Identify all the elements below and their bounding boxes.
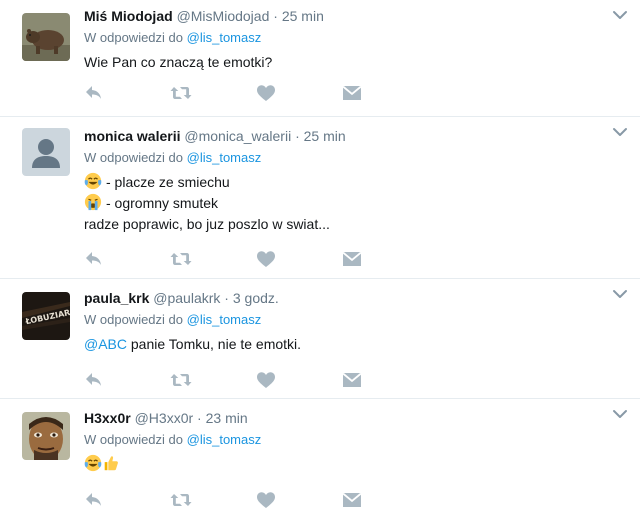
timestamp[interactable]: 23 min bbox=[206, 410, 248, 426]
avatar[interactable] bbox=[22, 128, 70, 176]
chevron-down-icon[interactable] bbox=[612, 407, 628, 421]
default-avatar-image bbox=[22, 128, 70, 176]
replying-prefix: W odpowiedzi do bbox=[84, 312, 183, 327]
chevron-down-icon[interactable] bbox=[612, 8, 628, 22]
replying-to-link[interactable]: @lis_tomasz bbox=[187, 432, 262, 447]
chevron-down-icon[interactable] bbox=[612, 125, 628, 139]
retweet-icon[interactable] bbox=[170, 491, 192, 509]
display-name[interactable]: monica walerii bbox=[84, 128, 180, 144]
timestamp[interactable]: 25 min bbox=[282, 8, 324, 24]
replying-to: W odpowiedzi do @lis_tomasz bbox=[84, 30, 600, 46]
reply-icon[interactable] bbox=[84, 84, 104, 102]
tweet[interactable]: monica walerii @monica_walerii · 25 min … bbox=[0, 117, 640, 279]
timestamp[interactable]: 3 godz. bbox=[233, 290, 279, 306]
tweet-text-line: radze poprawic, bo juz poszlo w swiat... bbox=[84, 216, 330, 232]
user-handle[interactable]: @paulakrk bbox=[153, 290, 220, 306]
user-handle[interactable]: @H3xx0r bbox=[135, 410, 194, 426]
tweet-text-line: - placze ze smiechu bbox=[106, 174, 230, 190]
replying-to: W odpowiedzi do @lis_tomasz bbox=[84, 432, 600, 448]
tweet-text: Wie Pan co znaczą te emotki? bbox=[84, 52, 600, 72]
lobuziara-avatar-image: ŁOBUZIARA bbox=[22, 292, 70, 340]
replying-to-link[interactable]: @lis_tomasz bbox=[187, 312, 262, 327]
reply-icon[interactable] bbox=[84, 491, 104, 509]
user-handle[interactable]: @MisMiodojad bbox=[177, 8, 270, 24]
reply-icon[interactable] bbox=[84, 371, 104, 389]
tweet-text: @ABC panie Tomku, nie te emotki. bbox=[84, 334, 600, 354]
mention-link[interactable]: @ABC bbox=[84, 336, 127, 352]
replying-to-link[interactable]: @lis_tomasz bbox=[187, 150, 262, 165]
user-handle[interactable]: @monica_walerii bbox=[184, 128, 291, 144]
replying-prefix: W odpowiedzi do bbox=[84, 30, 183, 45]
direct-message-icon[interactable] bbox=[342, 250, 362, 268]
bear-avatar-image bbox=[22, 13, 70, 61]
tears-of-joy-emoji bbox=[84, 172, 102, 190]
separator-dot: · bbox=[273, 8, 278, 24]
tweet-text: - placze ze smiechu - ogromny smutek rad… bbox=[84, 172, 600, 235]
like-icon[interactable] bbox=[256, 84, 276, 102]
replying-to-link[interactable]: @lis_tomasz bbox=[187, 30, 262, 45]
separator-dot: · bbox=[295, 128, 300, 144]
replying-to: W odpowiedzi do @lis_tomasz bbox=[84, 150, 600, 166]
avatar[interactable] bbox=[22, 412, 70, 460]
avatar[interactable]: ŁOBUZIARA bbox=[22, 292, 70, 340]
avatar[interactable] bbox=[22, 13, 70, 61]
retweet-icon[interactable] bbox=[170, 371, 192, 389]
separator-dot: · bbox=[224, 290, 229, 306]
face-avatar-image bbox=[22, 412, 70, 460]
chevron-down-icon[interactable] bbox=[612, 287, 628, 301]
replying-prefix: W odpowiedzi do bbox=[84, 432, 183, 447]
display-name[interactable]: paula_krk bbox=[84, 290, 149, 306]
crying-emoji bbox=[84, 193, 102, 211]
tweet-text-line: panie Tomku, nie te emotki. bbox=[127, 336, 302, 352]
retweet-icon[interactable] bbox=[170, 84, 192, 102]
display-name[interactable]: H3xx0r bbox=[84, 410, 131, 426]
tweet-text-line: Wie Pan co znaczą te emotki? bbox=[84, 54, 273, 70]
separator-dot: · bbox=[197, 410, 202, 426]
replying-to: W odpowiedzi do @lis_tomasz bbox=[84, 312, 600, 328]
tweet[interactable]: ŁOBUZIARA paula_krk @paulakrk · 3 godz. … bbox=[0, 279, 640, 399]
retweet-icon[interactable] bbox=[170, 250, 192, 268]
thumbs-up-emoji bbox=[102, 454, 120, 472]
like-icon[interactable] bbox=[256, 371, 276, 389]
tweet[interactable]: H3xx0r @H3xx0r · 23 min W odpowiedzi do … bbox=[0, 399, 640, 515]
direct-message-icon[interactable] bbox=[342, 371, 362, 389]
tweet[interactable]: Miś Miodojad @MisMiodojad · 25 min W odp… bbox=[0, 0, 640, 117]
like-icon[interactable] bbox=[256, 250, 276, 268]
replying-prefix: W odpowiedzi do bbox=[84, 150, 183, 165]
tweet-text bbox=[84, 454, 600, 474]
reply-icon[interactable] bbox=[84, 250, 104, 268]
like-icon[interactable] bbox=[256, 491, 276, 509]
tears-of-joy-emoji bbox=[84, 454, 102, 472]
display-name[interactable]: Miś Miodojad bbox=[84, 8, 173, 24]
direct-message-icon[interactable] bbox=[342, 491, 362, 509]
timestamp[interactable]: 25 min bbox=[304, 128, 346, 144]
direct-message-icon[interactable] bbox=[342, 84, 362, 102]
tweet-text-line: - ogromny smutek bbox=[106, 195, 219, 211]
